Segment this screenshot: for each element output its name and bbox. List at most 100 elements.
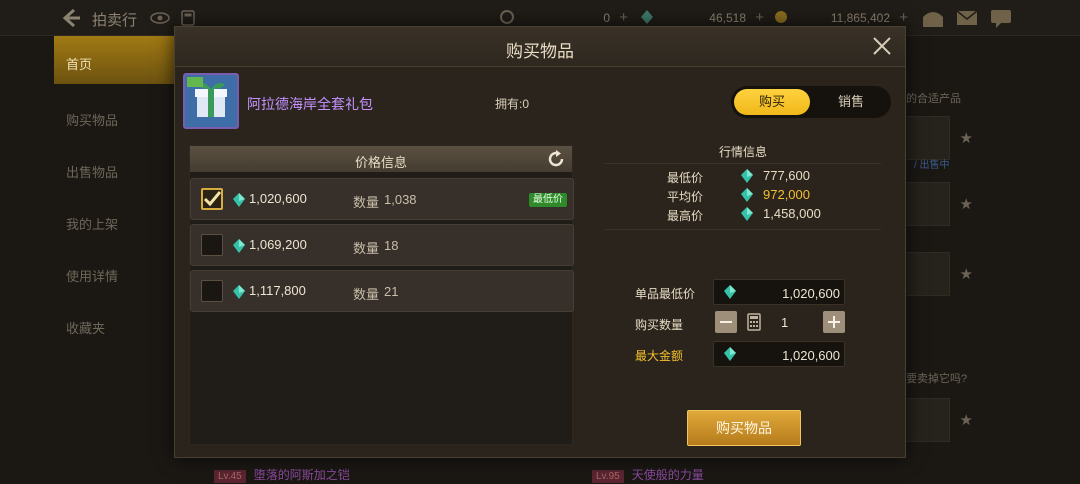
unit-price-value: 1,020,600 (782, 286, 840, 301)
quantity-label: 数量 (353, 287, 380, 302)
currency-coin-value: 0 (603, 11, 610, 25)
market-max-label: 最高价 (667, 209, 704, 223)
divider (605, 229, 881, 230)
star-icon[interactable]: ★ (960, 129, 973, 147)
market-avg-value: 972,000 (763, 187, 810, 202)
lowest-price-badge: 最低价 (529, 193, 567, 207)
tab-buy[interactable]: 购买 (734, 89, 810, 115)
max-total-value: 1,020,600 (782, 348, 840, 363)
listing-quantity: 21 (384, 284, 399, 299)
divider (605, 163, 881, 164)
sidebar-item-home[interactable]: 首页 (54, 36, 174, 84)
calculator-icon[interactable] (747, 313, 761, 331)
add-currency-button[interactable]: + (619, 9, 628, 26)
gift-box-icon (185, 75, 237, 127)
quantity-decrease-button[interactable] (715, 311, 737, 333)
gem-icon (724, 285, 736, 299)
eye-icon[interactable] (150, 11, 170, 25)
listing-price: 1,069,200 (233, 237, 307, 253)
sidebar-item-buy[interactable]: 购买物品 (54, 92, 174, 140)
gem-icon (724, 347, 736, 361)
chat-icon[interactable] (988, 7, 1014, 29)
listing-quantity: 1,038 (384, 192, 417, 207)
page-title: 拍卖行 (92, 12, 138, 29)
add-gem-button[interactable]: + (755, 9, 764, 26)
back-arrow-icon[interactable] (60, 7, 82, 29)
gold-coin-icon (775, 11, 787, 23)
market-max-value: 1,458,000 (763, 206, 821, 221)
gem-icon (233, 238, 245, 253)
item-icon (183, 73, 239, 129)
checkmark-icon (203, 191, 222, 207)
item-name: 天使般的力量 (631, 468, 704, 482)
owned-count: 拥有:0 (495, 97, 530, 111)
quantity-label: 数量 (353, 241, 380, 256)
dialog-header: 购买物品 (175, 27, 905, 67)
unit-price-field: 1,020,600 (713, 279, 845, 305)
quantity-input[interactable]: 1 (781, 315, 805, 330)
buy-item-button[interactable]: 购买物品 (687, 410, 801, 446)
star-icon[interactable]: ★ (960, 411, 973, 429)
market-avg-label: 平均价 (667, 190, 704, 204)
listing-checkbox[interactable] (201, 280, 223, 302)
inventory-icon[interactable] (920, 7, 946, 29)
background-status: / 出售中 (914, 160, 950, 171)
currency-gem-value: 46,518 (709, 11, 746, 25)
background-notice: 要卖掉它吗? (906, 373, 968, 385)
listing-price: 1,020,600 (233, 191, 307, 207)
sidebar-item-my-listings[interactable]: 我的上架 (54, 196, 174, 244)
listing-checkbox[interactable] (201, 188, 223, 210)
sidebar-item-sell[interactable]: 出售物品 (54, 144, 174, 192)
gem-icon (233, 192, 245, 207)
gem-icon (741, 207, 753, 221)
market-info-title: 行情信息 (718, 145, 767, 159)
max-total-field: 1,020,600 (713, 341, 845, 367)
price-info-panel: 价格信息 1,020,600 数量 1,038 最低价 1,069,200 数量… (189, 145, 574, 445)
price-info-header: 价格信息 (190, 146, 572, 172)
quantity-label: 购买数量 (635, 318, 684, 332)
star-icon[interactable]: ★ (960, 195, 973, 213)
calculator-icon[interactable] (180, 10, 196, 26)
market-max-row: 最高价 1,458,000 (605, 205, 881, 223)
market-min-label: 最低价 (667, 171, 704, 185)
listing-checkbox[interactable] (201, 234, 223, 256)
item-level: Lv.45 (214, 470, 246, 483)
market-avg-row: 平均价 972,000 (605, 186, 881, 204)
gem-icon (233, 284, 245, 299)
background-list-item: Lv.95 天使般的力量 (592, 466, 704, 484)
listing-price-value: 1,069,200 (249, 237, 307, 252)
tab-sell[interactable]: 销售 (813, 89, 889, 115)
price-info-title: 价格信息 (354, 155, 407, 170)
listing-price: 1,117,800 (233, 283, 306, 299)
background-listing-area: 的合适产品 ★ / 出售中 ★ ★ 要卖掉它吗? ★ (590, 80, 1080, 484)
buy-item-dialog: 购买物品 阿拉德海岸全套礼包 拥有:0 购买 销售 价格信息 1,020,600… (174, 26, 906, 458)
market-min-row: 最低价 777,600 (605, 167, 881, 185)
listing-price-value: 1,117,800 (249, 283, 306, 298)
item-level: Lv.95 (592, 470, 624, 483)
refresh-icon[interactable] (546, 149, 566, 169)
gem-icon (741, 188, 753, 202)
coin-icon (500, 10, 514, 24)
star-icon[interactable]: ★ (960, 265, 973, 283)
sidebar-item-usage[interactable]: 使用详情 (54, 248, 174, 296)
item-name: 堕落的阿斯加之铠 (253, 468, 350, 482)
mail-icon[interactable] (954, 7, 980, 29)
unit-price-label: 单品最低价 (635, 287, 696, 301)
close-icon[interactable] (871, 35, 893, 57)
listing-price-value: 1,020,600 (249, 191, 307, 206)
listing-row[interactable]: 1,020,600 数量 1,038 最低价 (190, 178, 574, 220)
item-name: 阿拉德海岸全套礼包 (247, 96, 373, 112)
max-total-label: 最大金额 (635, 349, 684, 363)
dialog-title: 购买物品 (506, 42, 574, 61)
quantity-increase-button[interactable] (823, 311, 845, 333)
sidebar: 首页 购买物品 出售物品 我的上架 使用详情 收藏夹 (54, 36, 174, 484)
market-min-value: 777,600 (763, 168, 810, 183)
currency-gold-value: 11,865,402 (830, 11, 890, 25)
listing-row[interactable]: 1,117,800 数量 21 (190, 270, 574, 312)
buy-sell-toggle: 购买 销售 (731, 86, 891, 118)
add-gold-button[interactable]: + (899, 9, 908, 26)
sidebar-item-favorites[interactable]: 收藏夹 (54, 300, 174, 348)
listing-row[interactable]: 1,069,200 数量 18 (190, 224, 574, 266)
gem-icon (741, 169, 753, 183)
quantity-label: 数量 (353, 195, 380, 210)
